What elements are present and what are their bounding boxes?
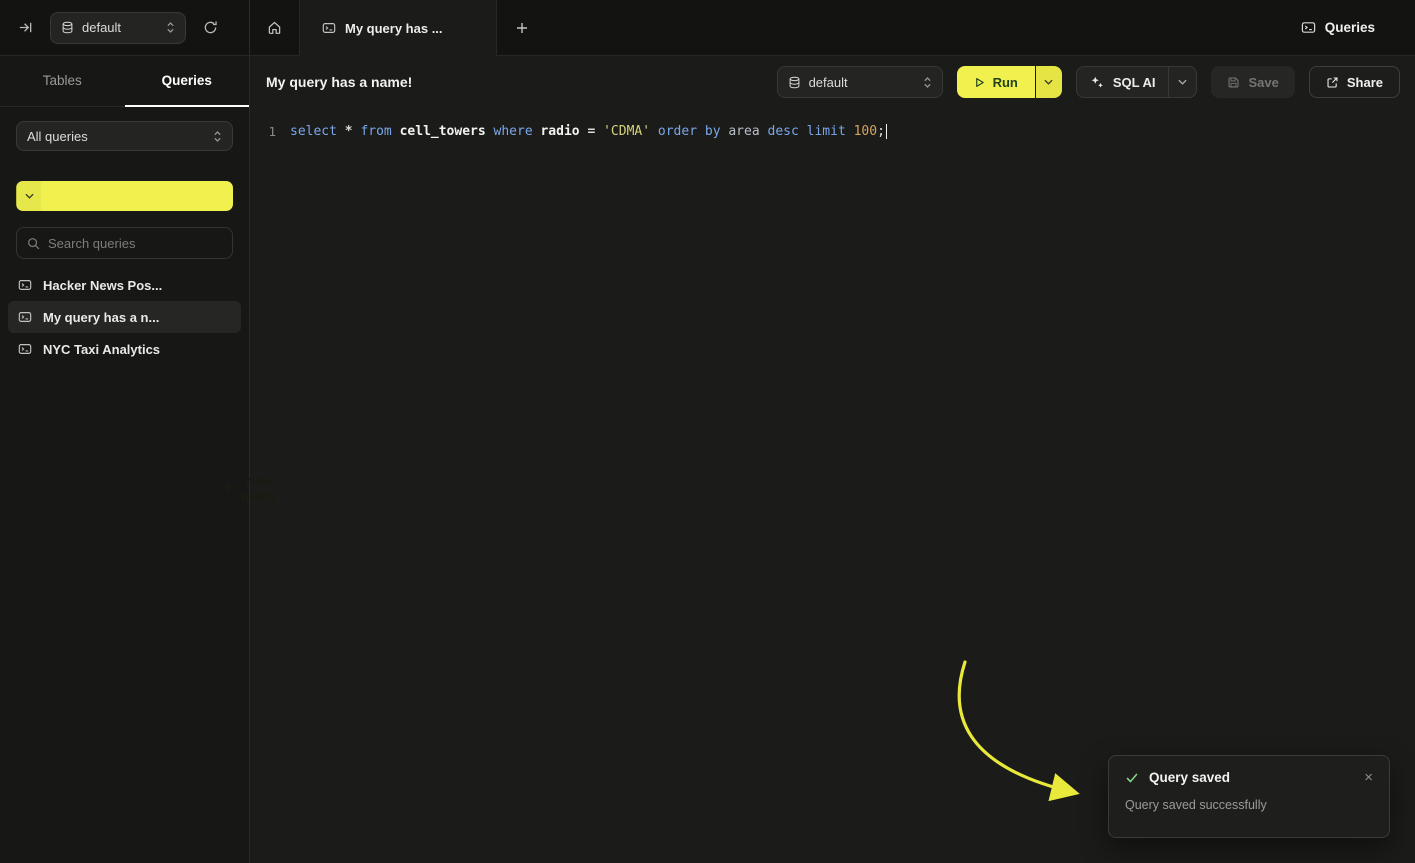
database-selector-header-value: default: [809, 75, 848, 90]
search-queries-box: [16, 227, 233, 259]
sql-token: desc: [768, 124, 807, 139]
check-icon: [1125, 771, 1139, 785]
sidebar: Tables Queries All queries New query: [0, 56, 250, 863]
new-tab-button[interactable]: [497, 0, 546, 55]
query-list: Hacker News Pos... My query has a n... N…: [8, 269, 241, 365]
queries-nav-button[interactable]: Queries: [1301, 20, 1375, 35]
share-icon: [1326, 76, 1339, 89]
sidebar-tab-queries[interactable]: Queries: [125, 56, 250, 107]
save-button[interactable]: Save: [1211, 66, 1294, 98]
queries-icon: [1301, 20, 1316, 35]
refresh-icon: [203, 20, 218, 35]
query-list-item-hacker-news[interactable]: Hacker News Pos...: [8, 269, 241, 301]
editor-header: My query has a name! default Run: [250, 56, 1415, 108]
save-icon: [1227, 76, 1240, 89]
query-icon: [18, 278, 32, 292]
main-panel: My query has a name! default Run: [250, 56, 1415, 863]
sql-editor[interactable]: 1 select * from cell_towers where radio …: [250, 108, 1415, 142]
query-filter-value: All queries: [27, 129, 88, 144]
line-number: 1: [250, 122, 276, 142]
sql-token: where: [494, 124, 541, 139]
topbar-left: default: [0, 0, 250, 55]
chevron-down-icon: [25, 193, 34, 199]
query-item-label: My query has a n...: [43, 310, 159, 325]
sql-token: radio: [540, 124, 587, 139]
toast-close-button[interactable]: ×: [1364, 770, 1373, 785]
share-button[interactable]: Share: [1309, 66, 1400, 98]
sql-token: limit: [807, 124, 854, 139]
queries-nav-label: Queries: [1325, 20, 1375, 35]
sql-token: from: [360, 124, 399, 139]
sidebar-body: All queries New query: [0, 107, 249, 365]
query-item-label: NYC Taxi Analytics: [43, 342, 160, 357]
toast-header: Query saved ×: [1125, 770, 1373, 785]
chevron-down-icon: [1178, 79, 1187, 85]
share-label: Share: [1347, 75, 1383, 90]
save-label: Save: [1248, 75, 1278, 90]
sql-ai-split-button: SQL AI: [1076, 66, 1198, 98]
topbar: default My query has ...: [0, 0, 1415, 56]
database-icon: [788, 76, 801, 89]
sidebar-tab-queries-label: Queries: [162, 73, 212, 88]
sql-ai-button[interactable]: SQL AI: [1077, 67, 1169, 97]
sql-token: cell_towers: [400, 124, 494, 139]
play-icon: [974, 77, 985, 88]
tab-label: My query has ...: [345, 21, 443, 36]
toast-message: Query saved successfully: [1125, 798, 1373, 812]
sidebar-tabs: Tables Queries: [0, 56, 249, 107]
query-title: My query has a name!: [266, 74, 412, 90]
query-item-label: Hacker News Pos...: [43, 278, 162, 293]
search-queries-input[interactable]: [48, 236, 224, 251]
toast-query-saved: Query saved × Query saved successfully: [1108, 755, 1390, 838]
query-filter-select[interactable]: All queries: [16, 121, 233, 151]
database-selector-value: default: [82, 20, 121, 35]
sql-code: select * from cell_towers where radio = …: [290, 122, 887, 142]
home-button[interactable]: [250, 0, 299, 55]
sql-token: =: [587, 124, 603, 139]
query-icon: [18, 342, 32, 356]
sql-token: order by: [658, 124, 728, 139]
select-chevrons-icon: [213, 130, 222, 143]
refresh-button[interactable]: [199, 16, 222, 39]
database-selector[interactable]: default: [50, 12, 186, 44]
editor-toolbar: default Run: [777, 66, 1400, 98]
sql-token: *: [345, 124, 361, 139]
select-chevrons-icon: [166, 21, 175, 34]
query-icon: [18, 310, 32, 324]
tab-my-query[interactable]: My query has ...: [299, 0, 497, 56]
database-selector-header[interactable]: default: [777, 66, 943, 98]
collapse-sidebar-icon: [18, 20, 33, 35]
run-label: Run: [993, 75, 1018, 90]
chevron-down-icon: [1044, 79, 1053, 85]
collapse-sidebar-button[interactable]: [14, 16, 37, 39]
database-icon: [61, 21, 74, 34]
run-button[interactable]: Run: [957, 66, 1035, 98]
tab-bar: My query has ...: [250, 0, 1301, 55]
new-query-split-button: New query: [16, 181, 233, 211]
sidebar-tab-tables[interactable]: Tables: [0, 56, 125, 107]
run-menu-button[interactable]: [1036, 66, 1062, 98]
sql-token: 'CDMA': [603, 124, 658, 139]
new-query-menu-button[interactable]: [17, 181, 41, 211]
query-list-item-my-query[interactable]: My query has a n...: [8, 301, 241, 333]
query-list-item-nyc-taxi[interactable]: NYC Taxi Analytics: [8, 333, 241, 365]
sql-ai-label: SQL AI: [1113, 75, 1156, 90]
query-icon: [322, 21, 336, 35]
search-icon: [27, 237, 40, 250]
sql-token: 100: [854, 124, 877, 139]
sql-token: area: [728, 124, 767, 139]
plus-icon: [516, 22, 528, 34]
sidebar-tab-tables-label: Tables: [43, 73, 82, 88]
run-split-button: Run: [957, 66, 1062, 98]
toast-title: Query saved: [1149, 770, 1230, 785]
code-line: 1 select * from cell_towers where radio …: [250, 122, 1415, 142]
sparkles-icon: [1090, 75, 1104, 89]
sql-ai-menu-button[interactable]: [1169, 67, 1196, 97]
sql-token: ;: [877, 124, 885, 139]
select-chevrons-icon: [923, 76, 932, 89]
topbar-right: Queries: [1301, 0, 1415, 55]
text-cursor: [886, 124, 888, 139]
sql-token: select: [290, 124, 345, 139]
home-icon: [267, 20, 282, 35]
